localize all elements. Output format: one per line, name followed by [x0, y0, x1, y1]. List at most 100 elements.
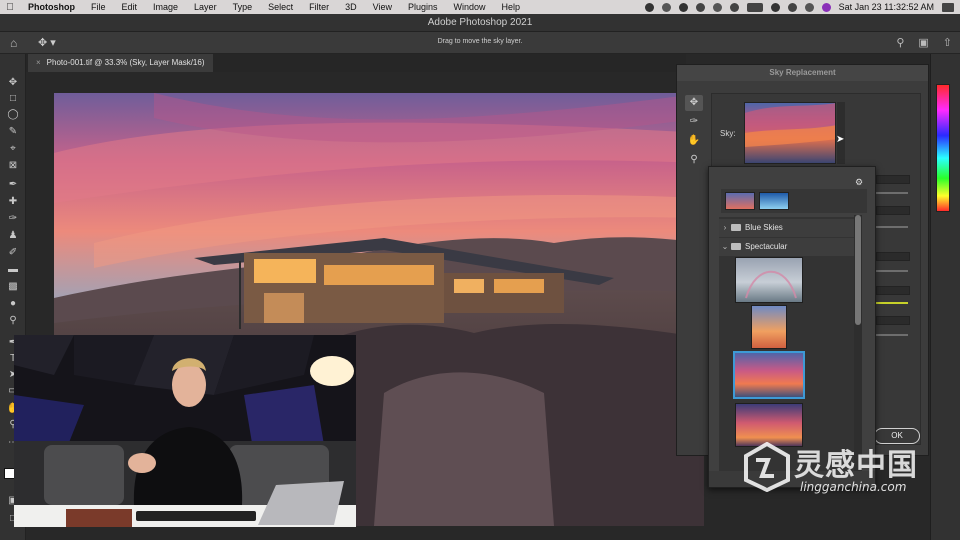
- healing-brush-tool-icon[interactable]: ✚: [5, 195, 21, 209]
- sky-thumbnail[interactable]: [744, 102, 836, 164]
- slider-field[interactable]: [876, 206, 910, 215]
- options-bar: ⌂ ✥ ▾ Drag to move the sky layer. ⚲ ▣ ⇧: [0, 32, 960, 54]
- watermark-logo-icon: [744, 442, 790, 492]
- presenter-webcam-overlay: [14, 335, 356, 527]
- bluetooth-icon[interactable]: [729, 2, 739, 12]
- sky-label: Sky:: [720, 129, 736, 138]
- menu-type[interactable]: Type: [225, 2, 261, 12]
- sky-preset-thumb-selected[interactable]: [733, 351, 805, 399]
- sky-move-tool-icon[interactable]: ✥: [685, 95, 703, 111]
- marquee-tool-icon[interactable]: □: [5, 92, 21, 106]
- watermark-url-text: lingganchina.com: [800, 480, 907, 494]
- menu-filter[interactable]: Filter: [301, 2, 337, 12]
- folder-blue-skies[interactable]: › Blue Skies: [719, 219, 855, 237]
- menubar-status-area: Sat Jan 23 11:32:52 AM: [644, 0, 954, 14]
- apple-icon[interactable]: : [0, 2, 20, 13]
- scrollbar-thumb[interactable]: [855, 215, 861, 325]
- wifi-icon[interactable]: [770, 2, 780, 12]
- menu-app-photoshop[interactable]: Photoshop: [20, 2, 83, 12]
- slider-track[interactable]: [876, 192, 908, 194]
- dropbox-icon[interactable]: [695, 2, 705, 12]
- siri-icon[interactable]: [821, 2, 831, 12]
- sky-brush-tool-icon[interactable]: ✑: [685, 114, 703, 130]
- options-hint: Drag to move the sky layer.: [437, 38, 523, 45]
- search-icon[interactable]: [787, 2, 797, 12]
- document-tab-label: Photo-001.tif @ 33.3% (Sky, Layer Mask/1…: [46, 58, 205, 67]
- gradient-tool-icon[interactable]: ▩: [5, 280, 21, 294]
- slider-field[interactable]: [876, 175, 910, 184]
- slider-track[interactable]: [876, 334, 908, 336]
- color-spectrum-slider[interactable]: [936, 84, 950, 212]
- folder-icon: [731, 224, 741, 232]
- menubar-clock[interactable]: Sat Jan 23 11:32:52 AM: [839, 2, 934, 12]
- macos-menubar:  Photoshop File Edit Image Layer Type S…: [0, 0, 960, 14]
- gear-icon[interactable]: ⚙: [855, 177, 865, 187]
- clone-stamp-tool-icon[interactable]: ♟: [5, 229, 21, 243]
- recent-sky-thumb[interactable]: [759, 192, 789, 210]
- watermark: 灵感中国 lingganchina.com: [742, 438, 942, 500]
- recent-sky-thumb[interactable]: [725, 192, 755, 210]
- options-bar-right: ⚲ ▣ ⇧: [896, 36, 952, 49]
- dodge-tool-icon[interactable]: ⚲: [5, 314, 21, 328]
- folder-label: Blue Skies: [745, 223, 783, 232]
- sky-preset-thumb[interactable]: [751, 305, 787, 349]
- menu-help[interactable]: Help: [494, 2, 529, 12]
- workspace-icon[interactable]: ▣: [918, 36, 928, 49]
- eyedropper-tool-icon[interactable]: ✒: [5, 178, 21, 192]
- brush-tool-icon[interactable]: ✑: [5, 212, 21, 226]
- crop-tool-icon[interactable]: ⌖: [5, 142, 21, 156]
- slider-field[interactable]: [876, 286, 910, 295]
- move-tool-icon[interactable]: ✥: [5, 76, 21, 90]
- presenter-video-frame: [14, 335, 356, 527]
- menu-plugins[interactable]: Plugins: [400, 2, 446, 12]
- close-tab-icon[interactable]: ×: [36, 58, 41, 67]
- menu-view[interactable]: View: [365, 2, 400, 12]
- blur-tool-icon[interactable]: ●: [5, 297, 21, 311]
- folder-label: Spectacular: [745, 242, 788, 251]
- cloud-icon[interactable]: [661, 2, 671, 12]
- document-tab-strip: × Photo-001.tif @ 33.3% (Sky, Layer Mask/…: [26, 54, 686, 72]
- window-title: Adobe Photoshop 2021: [427, 17, 533, 28]
- notification-center-icon[interactable]: [942, 2, 954, 12]
- slider-track[interactable]: [876, 226, 908, 228]
- quick-select-tool-icon[interactable]: ✎: [5, 125, 21, 139]
- battery-icon[interactable]: [746, 2, 763, 12]
- window-title-bar: Adobe Photoshop 2021: [0, 14, 960, 32]
- slider-track[interactable]: [876, 302, 908, 304]
- share-icon[interactable]: ⇧: [943, 36, 952, 49]
- hand-tool-icon[interactable]: ✋: [685, 133, 703, 149]
- search-icon[interactable]: ⚲: [896, 36, 904, 49]
- frame-tool-icon[interactable]: ⊠: [5, 159, 21, 173]
- menu-select[interactable]: Select: [260, 2, 301, 12]
- slider-track[interactable]: [876, 270, 908, 272]
- eraser-tool-icon[interactable]: ▬: [5, 263, 21, 277]
- menu-file[interactable]: File: [83, 2, 114, 12]
- slider-field[interactable]: [876, 252, 910, 261]
- menu-image[interactable]: Image: [145, 2, 186, 12]
- watermark-chinese-text: 灵感中国: [794, 448, 918, 483]
- menu-window[interactable]: Window: [446, 2, 494, 12]
- volume-icon[interactable]: [712, 2, 722, 12]
- zoom-tool-icon[interactable]: ⚲: [685, 152, 703, 168]
- chevron-down-icon[interactable]: ⌄: [719, 238, 731, 256]
- menu-layer[interactable]: Layer: [186, 2, 225, 12]
- history-brush-tool-icon[interactable]: ✐: [5, 246, 21, 260]
- menu-edit[interactable]: Edit: [114, 2, 146, 12]
- bitcoin-icon[interactable]: [678, 2, 688, 12]
- mouse-cursor-icon: ➤: [836, 134, 845, 145]
- sky-thumbnail-art: [745, 103, 835, 147]
- lasso-tool-icon[interactable]: ◯: [5, 108, 21, 122]
- document-tab[interactable]: × Photo-001.tif @ 33.3% (Sky, Layer Mask/…: [28, 54, 213, 72]
- sky-preset-thumb[interactable]: [735, 257, 803, 303]
- recent-skies-row: [721, 189, 867, 213]
- control-center-icon[interactable]: [804, 2, 814, 12]
- rainbow-art: [745, 270, 797, 299]
- sky-dropdown-toggle[interactable]: [837, 102, 845, 164]
- folder-spectacular[interactable]: ⌄ Spectacular: [719, 238, 855, 256]
- dialog-title: Sky Replacement: [677, 65, 928, 81]
- record-icon[interactable]: [644, 2, 654, 12]
- menu-3d[interactable]: 3D: [337, 2, 365, 12]
- folder-icon: [731, 243, 741, 251]
- slider-field[interactable]: [876, 316, 910, 325]
- chevron-right-icon[interactable]: ›: [719, 219, 731, 237]
